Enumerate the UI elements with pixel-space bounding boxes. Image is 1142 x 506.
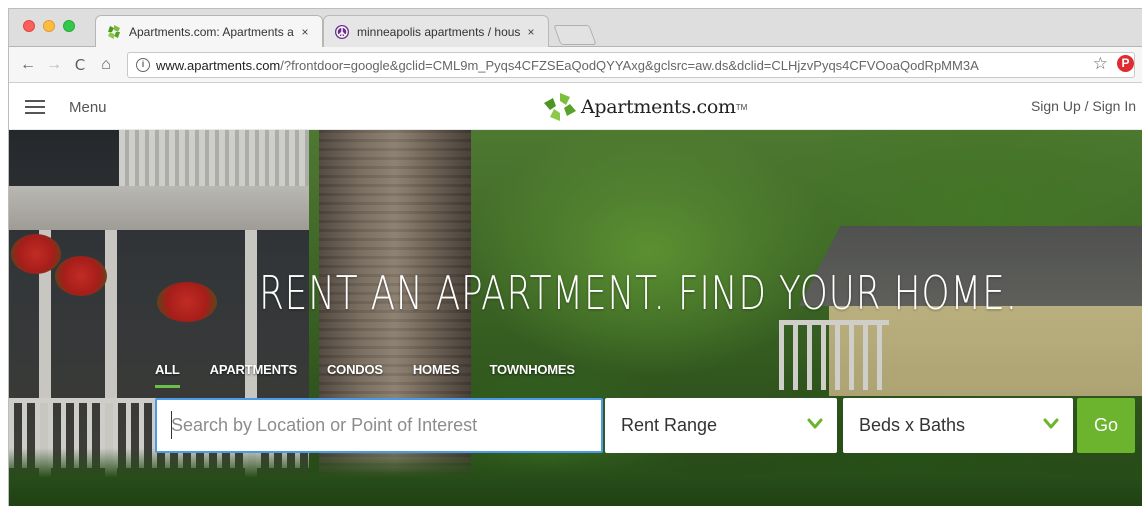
site-header: Menu Apartments.com TM Sign Up / Sign In [9, 84, 1142, 130]
reload-icon[interactable]: C [71, 56, 89, 74]
url-domain: www.apartments.com [156, 57, 281, 73]
chevron-down-icon [1043, 418, 1059, 429]
apartments-logo-icon [544, 93, 576, 121]
address-bar[interactable]: i www.apartments.com/?frontdoor=google&g… [127, 52, 1135, 78]
new-tab-button[interactable] [553, 25, 597, 45]
craigslist-peace-icon [335, 24, 349, 39]
back-icon[interactable]: ← [19, 56, 37, 74]
location-search-input[interactable] [155, 398, 603, 453]
close-window-button[interactable] [23, 20, 35, 32]
browser-toolbar: ← → C ⌂ i www.apartments.com/?frontdoor=… [9, 47, 1142, 83]
pinterest-icon[interactable]: P [1117, 55, 1134, 72]
beds-baths-dropdown[interactable]: Beds x Baths [843, 398, 1073, 453]
maximize-window-button[interactable] [63, 20, 75, 32]
rent-range-dropdown[interactable]: Rent Range [605, 398, 837, 453]
close-tab-icon[interactable]: × [298, 25, 312, 39]
tab-apartments[interactable]: APARTMENTS [210, 362, 298, 382]
rent-range-label: Rent Range [621, 415, 718, 435]
sign-in-link[interactable]: Sign Up / Sign In [1031, 98, 1136, 114]
url-path: /?frontdoor=google&gclid=CML9m_Pyqs4CFZS… [280, 57, 979, 73]
logo-trademark: TM [735, 102, 748, 112]
tab-condos[interactable]: CONDOS [327, 362, 383, 382]
tab-homes[interactable]: HOMES [413, 362, 460, 382]
hamburger-menu-icon[interactable] [25, 100, 45, 114]
hero-section: RENT AN APARTMENT. FIND YOUR HOME. ALL A… [9, 130, 1142, 506]
close-tab-icon[interactable]: × [524, 25, 538, 39]
browser-tab-apartments[interactable]: Apartments.com: Apartments a × [95, 15, 323, 47]
logo-text: Apartments.com [581, 96, 736, 118]
chevron-down-icon [807, 418, 823, 429]
site-info-icon[interactable]: i [136, 58, 150, 72]
go-button[interactable]: Go [1077, 398, 1135, 453]
property-type-tabs: ALL APARTMENTS CONDOS HOMES TOWNHOMES [155, 362, 605, 388]
hero-headline: RENT AN APARTMENT. FIND YOUR HOME. [258, 266, 1018, 320]
tab-townhomes[interactable]: TOWNHOMES [490, 362, 576, 382]
beds-baths-label: Beds x Baths [859, 415, 966, 435]
tab-title: minneapolis apartments / hous [357, 24, 520, 39]
browser-window: Apartments.com: Apartments a × minneapol… [8, 8, 1142, 506]
browser-tab-craigslist[interactable]: minneapolis apartments / hous × [323, 15, 549, 47]
apartments-favicon-icon [108, 24, 120, 39]
forward-icon[interactable]: → [45, 56, 63, 74]
tab-title: Apartments.com: Apartments a [129, 24, 294, 39]
bookmark-star-icon[interactable]: ☆ [1093, 54, 1108, 74]
tab-strip: Apartments.com: Apartments a × minneapol… [9, 9, 1142, 47]
site-logo[interactable]: Apartments.com TM [543, 92, 747, 122]
tab-all[interactable]: ALL [155, 362, 180, 388]
home-icon[interactable]: ⌂ [97, 56, 115, 74]
menu-label[interactable]: Menu [69, 99, 107, 116]
minimize-window-button[interactable] [43, 20, 55, 32]
text-cursor [171, 411, 172, 439]
